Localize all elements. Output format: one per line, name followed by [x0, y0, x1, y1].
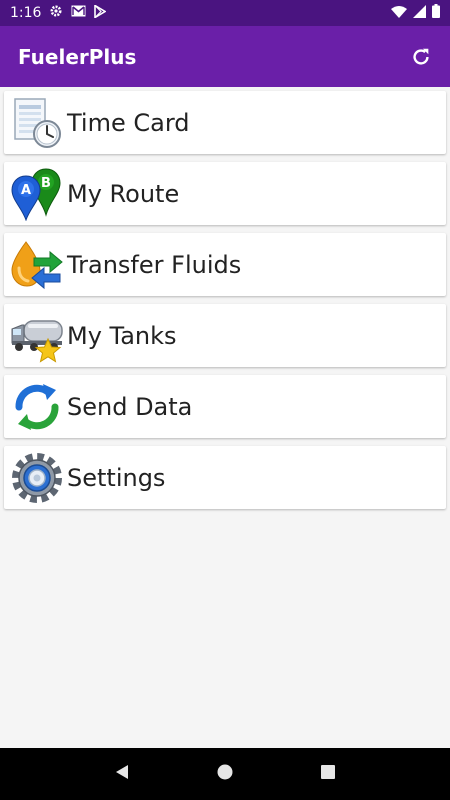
- status-bar: 1:16: [0, 0, 450, 26]
- gear-settings-icon: [9, 450, 64, 505]
- route-pins-icon: B A: [9, 166, 64, 221]
- menu-list: Time Card B A My Route Transfer Fluids M…: [4, 91, 446, 517]
- nav-bar: [0, 748, 450, 800]
- recents-icon[interactable]: [319, 763, 337, 785]
- menu-item-label: Time Card: [67, 108, 190, 137]
- play-store-icon: [94, 3, 108, 22]
- svg-text:A: A: [20, 183, 30, 198]
- menu-item-settings[interactable]: Settings: [4, 446, 446, 509]
- sync-arrows-icon: [9, 379, 64, 434]
- menu-item-label: My Tanks: [67, 321, 177, 350]
- menu-item-my-tanks[interactable]: My Tanks: [4, 304, 446, 367]
- menu-item-label: Send Data: [67, 392, 193, 421]
- transfer-fluids-icon: [9, 237, 64, 292]
- tanker-truck-icon: [9, 308, 64, 363]
- signal-icon: [413, 4, 426, 22]
- gear-icon: [49, 4, 63, 22]
- refresh-icon[interactable]: [408, 44, 434, 70]
- battery-icon: [432, 4, 440, 22]
- home-icon[interactable]: [216, 763, 234, 785]
- time-card-icon: [9, 95, 64, 150]
- menu-item-label: Settings: [67, 463, 166, 492]
- svg-text:B: B: [41, 176, 51, 191]
- menu-item-transfer-fluids[interactable]: Transfer Fluids: [4, 233, 446, 296]
- back-icon[interactable]: [113, 763, 131, 785]
- menu-item-send-data[interactable]: Send Data: [4, 375, 446, 438]
- menu-item-my-route[interactable]: B A My Route: [4, 162, 446, 225]
- menu-item-time-card[interactable]: Time Card: [4, 91, 446, 154]
- gmail-icon: [71, 5, 86, 21]
- app-bar: FuelerPlus: [0, 26, 450, 87]
- menu-item-label: Transfer Fluids: [67, 250, 242, 279]
- menu-item-label: My Route: [67, 179, 180, 208]
- wifi-icon: [391, 5, 407, 22]
- status-time: 1:16: [10, 5, 42, 21]
- app-title: FuelerPlus: [18, 44, 137, 69]
